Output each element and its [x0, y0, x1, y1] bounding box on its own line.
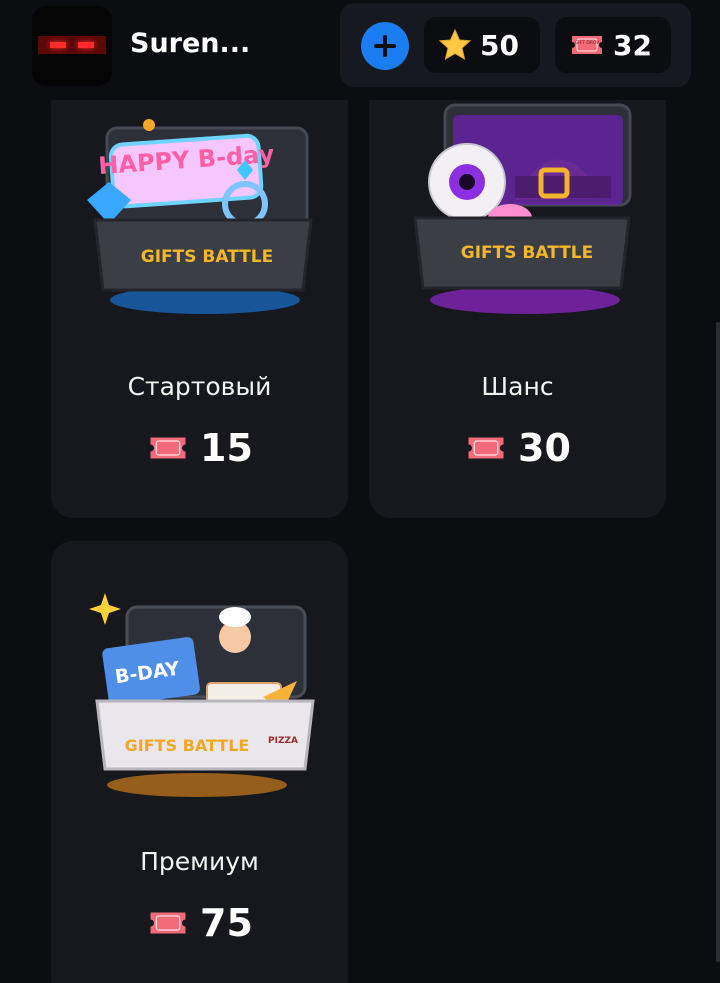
- case-card-premium[interactable]: B-DAY GIFTS BATTLE PIZZA Премиум 75: [51, 541, 348, 983]
- chest-label: GIFTS BATTLE: [125, 736, 250, 755]
- tickets-balance[interactable]: GIFT DROP 32: [555, 17, 671, 73]
- avatar-eye-left: [50, 42, 66, 48]
- case-name: Премиум: [140, 847, 259, 876]
- balance-panel: 50 GIFT DROP 32: [340, 3, 691, 87]
- case-price-value: 30: [518, 426, 571, 470]
- case-name: Шанс: [481, 372, 554, 401]
- case-card-starter[interactable]: HAPPY B-day GIFTS BATTLE Стартовый 15: [51, 40, 348, 518]
- scrollbar[interactable]: [716, 322, 720, 962]
- plus-icon: [374, 35, 396, 57]
- avatar-band: [38, 36, 106, 54]
- case-price: 15: [51, 426, 348, 470]
- pizza-box-label: PIZZA: [268, 736, 298, 746]
- case-price: 75: [51, 901, 348, 945]
- gift-drop-ticket-icon: [150, 437, 186, 459]
- case-price: 30: [369, 426, 666, 470]
- case-card-chance[interactable]: GIFTS BATTLE Шанс 30: [369, 40, 666, 518]
- avatar[interactable]: [32, 6, 112, 86]
- star-icon: [438, 28, 472, 61]
- gift-drop-ticket-icon: [150, 912, 186, 934]
- tickets-value: 32: [613, 28, 652, 62]
- stars-value: 50: [480, 28, 519, 62]
- case-price-value: 75: [200, 901, 253, 945]
- chest-label: GIFTS BATTLE: [461, 243, 593, 263]
- case-name: Стартовый: [127, 372, 272, 401]
- top-bar: Suren... 50 GIFT DROP 32: [0, 0, 720, 100]
- chest-label: GIFTS BATTLE: [141, 247, 273, 267]
- gift-drop-ticket-icon: GIFT DROP: [572, 36, 602, 54]
- case-price-value: 15: [200, 426, 253, 470]
- ticket-text-top: GIFT DROP: [575, 40, 600, 46]
- gift-drop-ticket-icon: [468, 437, 504, 459]
- pizza-b-day-chest-icon: B-DAY GIFTS BATTLE PIZZA: [89, 593, 315, 797]
- witch-eyeball-chest-icon: GIFTS BATTLE: [413, 103, 632, 314]
- avatar-eye-right: [78, 42, 94, 48]
- username[interactable]: Suren...: [130, 28, 250, 59]
- stars-balance[interactable]: 50: [424, 17, 540, 73]
- happy-b-day-chest-icon: HAPPY B-day GIFTS BATTLE: [87, 119, 313, 314]
- add-balance-button[interactable]: [361, 22, 409, 70]
